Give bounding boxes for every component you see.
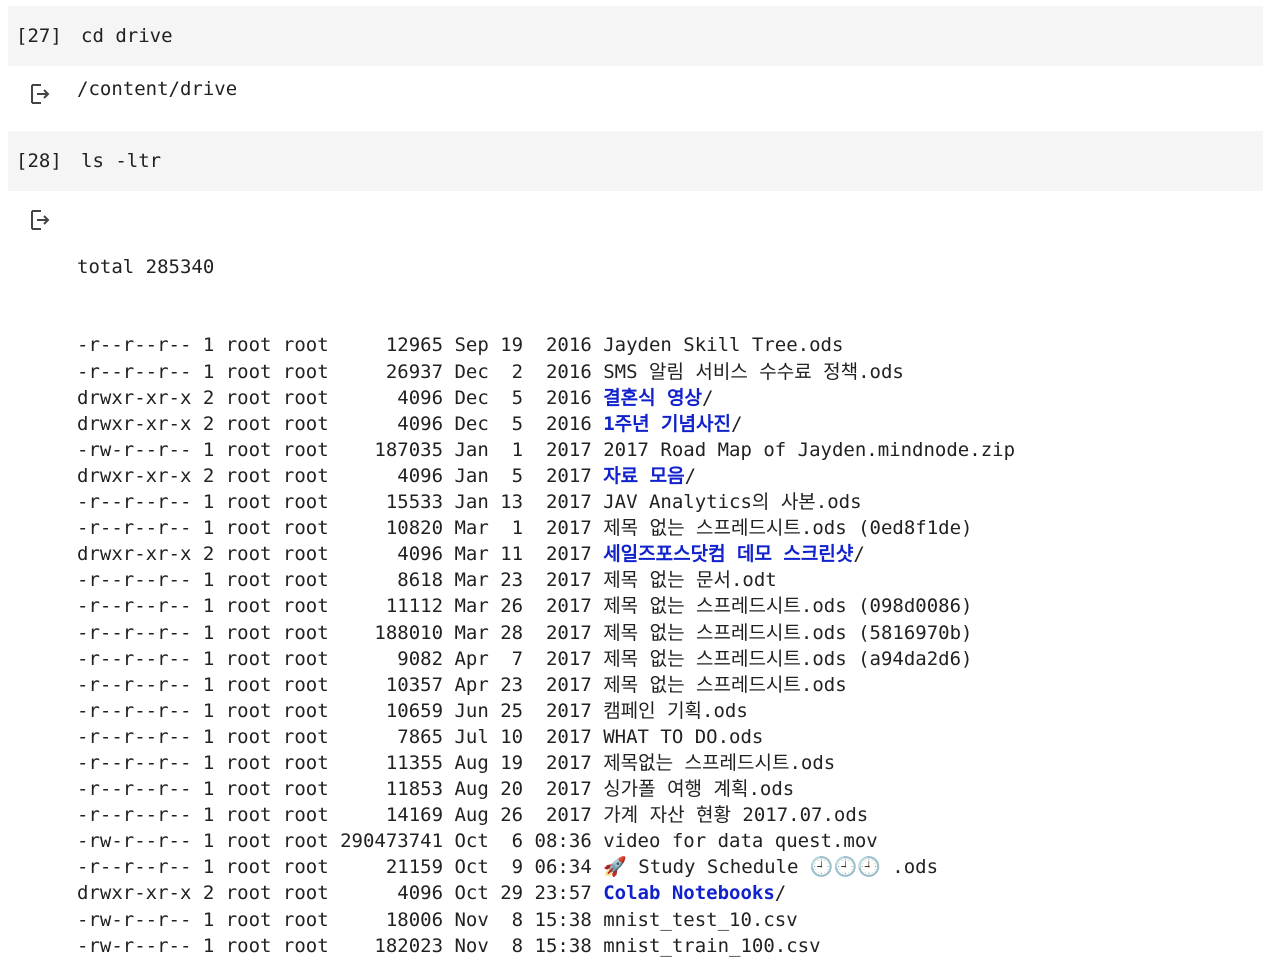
ls-file-name: Jayden Skill Tree.ods <box>603 334 844 357</box>
ls-directory-slash: / <box>684 464 697 487</box>
ls-file-name: mnist_test_10.csv <box>603 908 798 931</box>
ls-row-meta: drwxr-xr-x 2 root root 4096 Mar 11 2017 <box>77 543 604 566</box>
execution-count: [27] <box>16 25 62 47</box>
ls-row-meta: -r--r--r-- 1 root root 15533 Jan 13 2017 <box>77 491 604 514</box>
cell-output-28: total 285340 -r--r--r-- 1 root root 1296… <box>0 200 1280 957</box>
execution-count: [28] <box>16 150 62 172</box>
ls-row: -rw-r--r-- 1 root root 290473741 Oct 6 0… <box>77 828 1015 854</box>
cell-output-27: /content/drive <box>0 74 1280 124</box>
ls-row: drwxr-xr-x 2 root root 4096 Oct 29 23:57… <box>77 880 1015 906</box>
ls-row-meta: -rw-r--r-- 1 root root 18006 Nov 8 15:38 <box>77 908 604 931</box>
code-input[interactable]: ls -ltr <box>81 149 161 173</box>
ls-row-meta: -r--r--r-- 1 root root 9082 Apr 7 2017 <box>77 647 604 670</box>
ls-row-meta: -rw-r--r-- 1 root root 187035 Jan 1 2017 <box>77 438 604 461</box>
ls-file-name: JAV Analytics의 사본.ods <box>603 491 862 514</box>
ls-row: -r--r--r-- 1 root root 10357 Apr 23 2017… <box>77 672 1015 698</box>
ls-row-meta: -r--r--r-- 1 root root 11853 Aug 20 2017 <box>77 778 604 801</box>
ls-row: -r--r--r-- 1 root root 15533 Jan 13 2017… <box>77 489 1015 515</box>
ls-row: -r--r--r-- 1 root root 8618 Mar 23 2017 … <box>77 567 1015 593</box>
ls-row: -r--r--r-- 1 root root 10820 Mar 1 2017 … <box>77 515 1015 541</box>
ls-file-name: 캠페인 기획.ods <box>603 699 748 722</box>
ls-file-name: 제목 없는 문서.odt <box>603 569 777 592</box>
ls-row-meta: -r--r--r-- 1 root root 12965 Sep 19 2016 <box>77 334 604 357</box>
ls-row-meta: -r--r--r-- 1 root root 10820 Mar 1 2017 <box>77 517 604 540</box>
ls-row: -r--r--r-- 1 root root 14169 Aug 26 2017… <box>77 802 1015 828</box>
ls-row-meta: drwxr-xr-x 2 root root 4096 Jan 5 2017 <box>77 464 604 487</box>
ls-file-name: SMS 알림 서비스 수수료 정책.ods <box>603 360 904 383</box>
ls-file-name: 가계 자산 현황 2017.07.ods <box>603 804 869 827</box>
ls-row-meta: -r--r--r-- 1 root root 10357 Apr 23 2017 <box>77 673 604 696</box>
ls-file-name: 2017 Road Map of Jayden.mindnode.zip <box>603 438 1016 461</box>
ls-row-meta: drwxr-xr-x 2 root root 4096 Oct 29 23:57 <box>77 882 604 905</box>
ls-row-meta: drwxr-xr-x 2 root root 4096 Dec 5 2016 <box>77 412 604 435</box>
ls-directory-slash: / <box>853 543 865 566</box>
ls-row: -r--r--r-- 1 root root 10659 Jun 25 2017… <box>77 698 1015 724</box>
ls-row: -rw-r--r-- 1 root root 182023 Nov 8 15:3… <box>77 933 1015 959</box>
ls-row: -r--r--r-- 1 root root 7865 Jul 10 2017 … <box>77 724 1015 750</box>
ls-row-meta: -r--r--r-- 1 root root 7865 Jul 10 2017 <box>77 725 604 748</box>
ls-row-meta: -r--r--r-- 1 root root 10659 Jun 25 2017 <box>77 699 604 722</box>
ls-file-name: 제목 없는 스프레드시트.ods (0ed8f1de) <box>603 517 973 540</box>
ls-file-name: 제목 없는 스프레드시트.ods (098d0086) <box>603 595 973 618</box>
ls-row-meta: -r--r--r-- 1 root root 8618 Mar 23 2017 <box>77 569 604 592</box>
ls-row: -rw-r--r-- 1 root root 18006 Nov 8 15:38… <box>77 907 1015 933</box>
ls-row: -r--r--r-- 1 root root 11355 Aug 19 2017… <box>77 750 1015 776</box>
ls-row: -r--r--r-- 1 root root 11112 Mar 26 2017… <box>77 593 1015 619</box>
ls-row-meta: -r--r--r-- 1 root root 26937 Dec 2 2016 <box>77 360 604 383</box>
code-input[interactable]: cd drive <box>81 24 173 48</box>
ls-file-name: 제목 없는 스프레드시트.ods (a94da2d6) <box>603 647 973 670</box>
ls-total: total 285340 <box>77 256 215 279</box>
ls-row: drwxr-xr-x 2 root root 4096 Mar 11 2017 … <box>77 541 1015 567</box>
ls-row-meta: -rw-r--r-- 1 root root 290473741 Oct 6 0… <box>77 830 604 853</box>
ls-file-name: 제목 없는 스프레드시트.ods (5816970b) <box>603 621 973 644</box>
ls-row-meta: -r--r--r-- 1 root root 21159 Oct 9 06:34 <box>77 856 604 879</box>
ls-row: -r--r--r-- 1 root root 9082 Apr 7 2017 제… <box>77 646 1015 672</box>
ls-directory-slash: / <box>702 386 714 409</box>
ls-file-name: 🚀 Study Schedule 🕘🕘🕘 .ods <box>603 856 939 879</box>
ls-directory-slash: / <box>730 412 743 435</box>
ls-directory-name: 1주년 기념사진 <box>603 412 731 435</box>
code-cell-28[interactable]: [28] ls -ltr <box>8 131 1263 191</box>
ls-output: total 285340 -r--r--r-- 1 root root 1296… <box>77 202 1015 959</box>
output-text: /content/drive <box>77 78 238 100</box>
ls-row: -r--r--r-- 1 root root 26937 Dec 2 2016 … <box>77 359 1015 385</box>
ls-row-meta: drwxr-xr-x 2 root root 4096 Dec 5 2016 <box>77 386 604 409</box>
ls-file-name: 제목없는 스프레드시트.ods <box>603 751 836 774</box>
ls-row-meta: -r--r--r-- 1 root root 188010 Mar 28 201… <box>77 621 604 644</box>
ls-directory-slash: / <box>774 882 787 905</box>
ls-row-meta: -r--r--r-- 1 root root 11355 Aug 19 2017 <box>77 751 604 774</box>
output-arrow-icon <box>31 84 50 104</box>
ls-row: -r--r--r-- 1 root root 21159 Oct 9 06:34… <box>77 854 1015 880</box>
ls-file-name: video for data quest.mov <box>603 830 878 853</box>
ls-row: -r--r--r-- 1 root root 12965 Sep 19 2016… <box>77 332 1015 358</box>
ls-row: drwxr-xr-x 2 root root 4096 Dec 5 2016 1… <box>77 411 1015 437</box>
ls-directory-name: 결혼식 영상 <box>603 386 703 409</box>
ls-directory-name: 자료 모음 <box>603 464 685 487</box>
ls-directory-name: Colab Notebooks <box>603 882 775 905</box>
ls-file-name: mnist_train_100.csv <box>603 934 821 957</box>
ls-row-meta: -r--r--r-- 1 root root 11112 Mar 26 2017 <box>77 595 604 618</box>
ls-file-name: 싱가폴 여행 계획.ods <box>603 778 795 801</box>
ls-row: -rw-r--r-- 1 root root 187035 Jan 1 2017… <box>77 437 1015 463</box>
ls-directory-name: 세일즈포스닷컴 데모 스크린샷 <box>603 543 854 566</box>
ls-file-name: WHAT TO DO.ods <box>603 725 764 748</box>
ls-row: -r--r--r-- 1 root root 188010 Mar 28 201… <box>77 620 1015 646</box>
ls-row: -r--r--r-- 1 root root 11853 Aug 20 2017… <box>77 776 1015 802</box>
ls-row-meta: -r--r--r-- 1 root root 14169 Aug 26 2017 <box>77 804 604 827</box>
ls-file-name: 제목 없는 스프레드시트.ods <box>603 673 847 696</box>
code-cell-27[interactable]: [27] cd drive <box>8 6 1263 66</box>
ls-row: drwxr-xr-x 2 root root 4096 Dec 5 2016 결… <box>77 385 1015 411</box>
ls-row-meta: -rw-r--r-- 1 root root 182023 Nov 8 15:3… <box>77 934 604 957</box>
ls-row: drwxr-xr-x 2 root root 4096 Jan 5 2017 자… <box>77 463 1015 489</box>
output-arrow-icon <box>31 210 50 230</box>
